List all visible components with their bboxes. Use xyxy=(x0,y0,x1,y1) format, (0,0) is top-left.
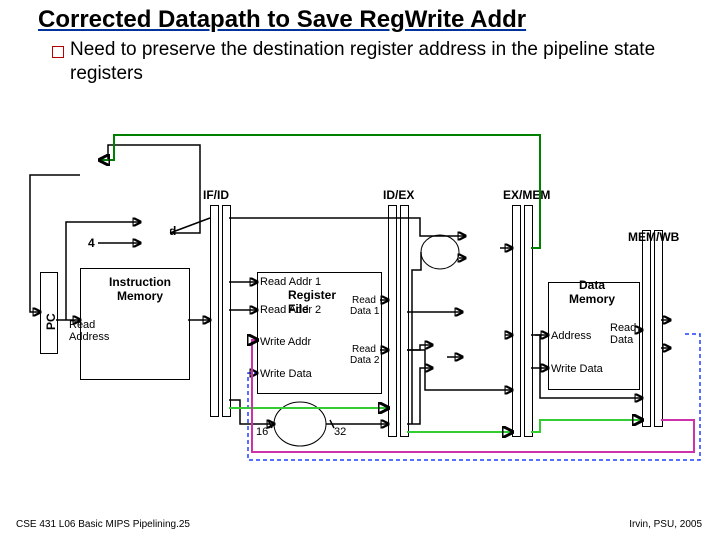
memwb-reg-right xyxy=(654,230,663,427)
page-title: Corrected Datapath to Save RegWrite Addr xyxy=(38,6,526,34)
footer-right: Irvin, PSU, 2005 xyxy=(629,519,702,530)
dmem-readdata-label: Read Data xyxy=(610,322,636,346)
add-branch-label: Add xyxy=(477,238,500,252)
shiftleft2-label: Shift left 2 xyxy=(427,240,453,264)
exmem-label: EX/MEM xyxy=(503,188,550,202)
rf-readaddr1: Read Addr 1 xyxy=(260,276,321,288)
ifid-reg-right xyxy=(222,205,231,417)
idex-reg-right xyxy=(400,205,409,437)
rf-read-l2: Read xyxy=(352,344,376,355)
ifid-reg-left xyxy=(210,205,219,417)
memwb-label: MEM/WB xyxy=(628,230,679,244)
rf-writeaddr: Write Addr xyxy=(260,336,311,348)
rf-writedata: Write Data xyxy=(260,368,312,380)
pc-label: PC xyxy=(44,313,58,330)
exmem-reg-left xyxy=(512,205,521,437)
dmem-title: Data Memory xyxy=(569,278,615,306)
imem-title: Instruction Memory xyxy=(100,275,180,303)
rf-data1-l: Data 1 xyxy=(350,306,379,317)
const4-label: 4 xyxy=(88,236,95,250)
idex-reg-left xyxy=(388,205,397,437)
sixteen-label: 16 xyxy=(256,426,268,438)
rf-data2-l: Data 2 xyxy=(350,355,379,366)
idex-label: ID/EX xyxy=(383,188,414,202)
rf-title: Register File xyxy=(288,288,336,316)
sign-extend-label: Sign Extend xyxy=(284,410,324,438)
ifid-label: IF/ID xyxy=(203,188,229,202)
imem-read-addr-label: Read Address xyxy=(69,319,109,343)
footer-left: CSE 431 L06 Basic MIPS Pipelining.25 xyxy=(16,519,190,530)
memwb-reg-left xyxy=(642,230,651,427)
rf-read-l1: Read xyxy=(352,295,376,306)
alu-label: ALU xyxy=(478,330,503,344)
bullet-square-icon xyxy=(52,46,64,58)
dmem-writedata-label: Write Data xyxy=(551,363,603,375)
bullet-text: Need to preserve the destination registe… xyxy=(70,38,660,86)
add-pc4-label: Add xyxy=(153,224,176,238)
thirtytwo-label: 32 xyxy=(334,426,346,438)
exmem-reg-right xyxy=(524,205,533,437)
dmem-address-label: Address xyxy=(551,330,591,342)
